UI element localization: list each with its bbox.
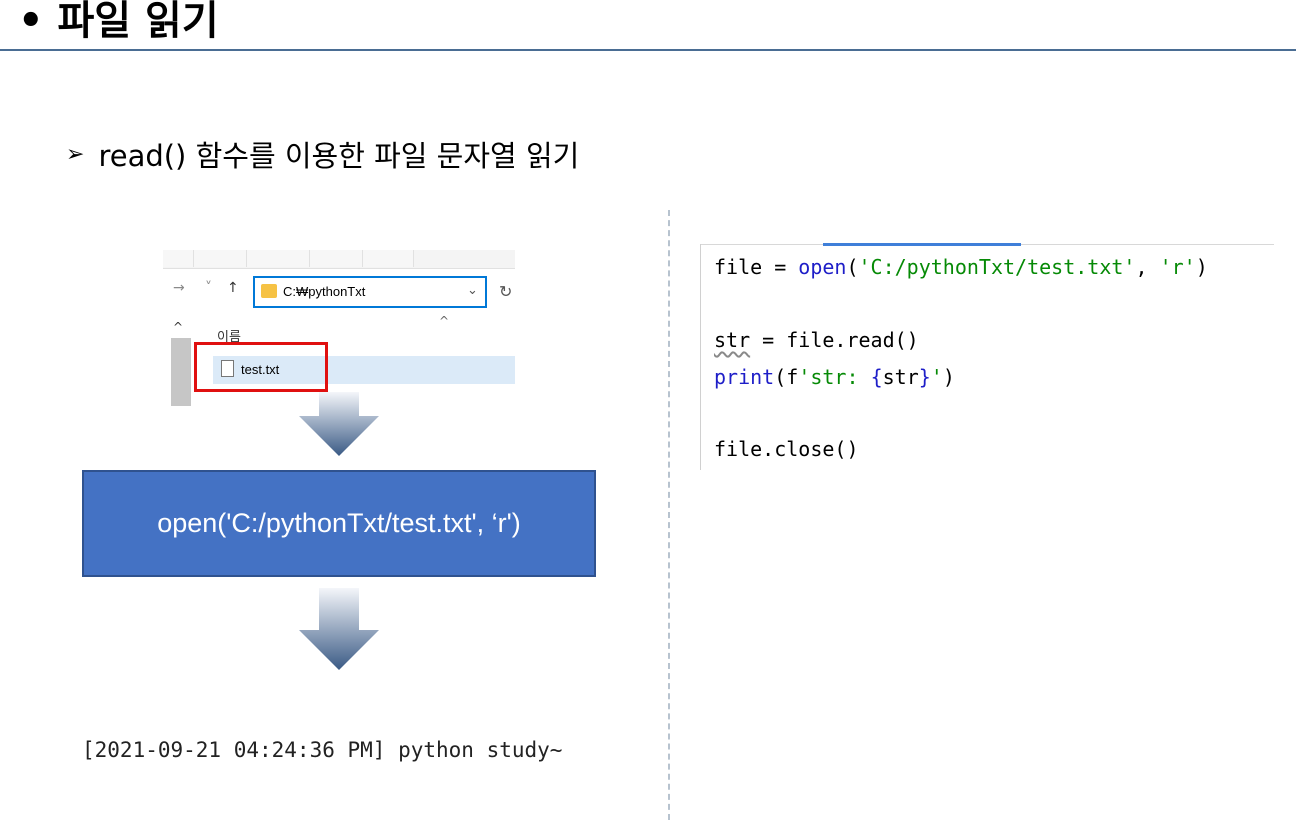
sort-caret-icon: ^ <box>439 314 450 328</box>
subtitle-bullet-icon: ➢ <box>66 141 85 167</box>
subtitle-text: read() 함수를 이용한 파일 문자열 읽기 <box>98 139 580 173</box>
open-call-box: open('C:/pythonTxt/test.txt', ‘r') <box>82 470 596 577</box>
code-line-2: str = file.read() <box>714 328 919 352</box>
ribbon-tab <box>194 250 247 267</box>
editor-active-tab-indicator <box>823 243 1021 246</box>
code-line-4: file.close() <box>714 437 859 461</box>
column-divider <box>668 210 670 820</box>
refresh-icon[interactable]: ↻ <box>499 282 512 301</box>
scroll-up-icon[interactable]: ^ <box>173 320 183 334</box>
address-bar[interactable]: C:₩pythonTxt <box>253 276 487 308</box>
title-rule <box>0 49 1296 51</box>
console-output: [2021-09-21 04:24:36 PM] python study~ <box>82 738 563 762</box>
down-arrow-icon <box>299 588 379 670</box>
forward-arrow-icon[interactable]: → <box>173 280 185 296</box>
nav-pane-scrollbar[interactable] <box>171 338 191 406</box>
ribbon-tab <box>163 250 194 267</box>
code-line-1: file = open('C:/pythonTxt/test.txt', 'r'… <box>714 255 1208 279</box>
open-call-text: open('C:/pythonTxt/test.txt', ‘r') <box>157 508 521 538</box>
folder-icon <box>261 284 277 298</box>
slide-title: • 파일 읽기 <box>18 0 219 44</box>
ribbon-tab <box>310 250 363 267</box>
file-highlight-box <box>194 342 328 392</box>
code-line-3: print(f'str: {str}') <box>714 365 955 389</box>
ribbon-tab <box>363 250 414 267</box>
chevron-down-icon[interactable]: ⌄ <box>467 283 478 298</box>
address-path: C:₩pythonTxt <box>283 284 366 299</box>
editor-gutter <box>700 244 701 470</box>
up-arrow-icon[interactable]: ↑ <box>227 280 239 296</box>
recent-locations-icon[interactable]: ˅ <box>205 280 212 296</box>
ribbon-tab <box>247 250 310 267</box>
subtitle-row: ➢ read() 함수를 이용한 파일 문자열 읽기 <box>66 134 579 174</box>
down-arrow-icon <box>299 392 379 456</box>
